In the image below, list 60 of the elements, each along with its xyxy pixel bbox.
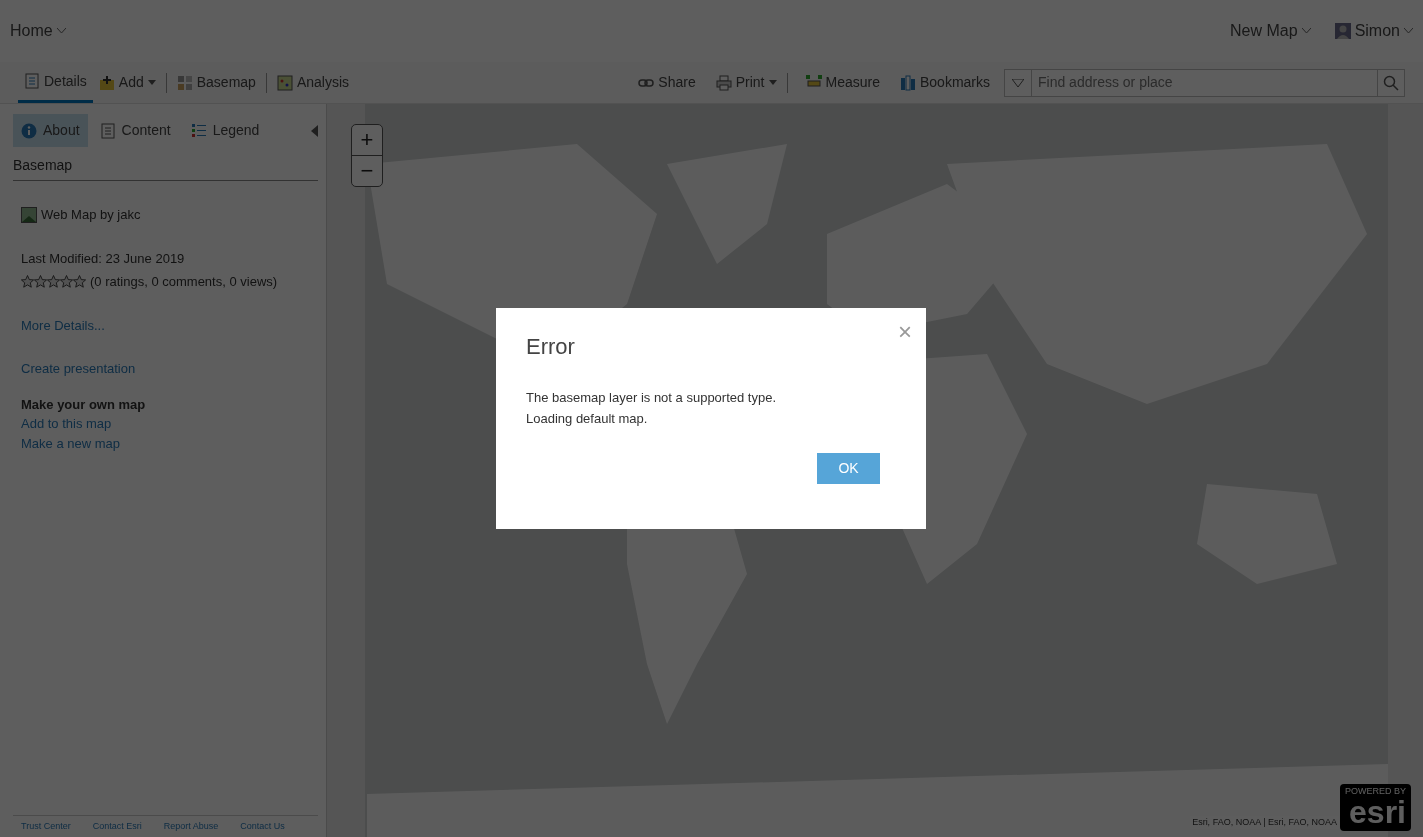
details-tab[interactable]: Details — [18, 62, 93, 103]
map-title-menu[interactable]: New Map — [1230, 19, 1298, 43]
info-icon — [21, 122, 37, 139]
search-icon — [1383, 74, 1399, 91]
section-title: Basemap — [13, 155, 318, 181]
search-options-button[interactable] — [1004, 68, 1032, 97]
measure-button[interactable]: Measure — [799, 64, 886, 101]
link[interactable]: Make a new map — [21, 433, 120, 453]
user-menu[interactable]: Simon — [1354, 19, 1400, 43]
modified-date: Last Modified: 23 June 2019 — [20, 249, 186, 268]
share-button[interactable]: Share — [632, 64, 702, 101]
esri-logo: esri — [1349, 796, 1406, 828]
own-map-heading: Make your own map — [20, 395, 147, 414]
folder-plus-icon — [98, 74, 115, 91]
footer-link[interactable]: Report Abuse — [163, 819, 219, 833]
add-tab[interactable]: Add — [92, 64, 162, 101]
bookmarks-button[interactable]: Bookmarks — [893, 64, 996, 101]
footer-link[interactable]: Contact Esri — [92, 819, 142, 833]
home-menu[interactable]: Home — [10, 19, 53, 43]
item-title: Web Map by jakc — [41, 206, 141, 224]
footer-link[interactable]: Contact Us — [240, 819, 285, 833]
dialog-message: Loading default map. — [526, 410, 649, 428]
bookmarks-icon — [899, 74, 916, 91]
zoom-out-button[interactable]: − — [352, 156, 382, 186]
link[interactable]: More Details... — [21, 317, 105, 333]
document-icon — [99, 122, 116, 139]
grid-icon — [176, 74, 193, 91]
star-icon — [47, 275, 60, 289]
star-icon — [60, 275, 73, 289]
print-button[interactable]: Print — [709, 64, 783, 101]
legend-tab[interactable]: Legend — [182, 114, 268, 147]
map-thumbnail-icon — [21, 206, 37, 223]
dialog-message: The basemap layer is not a supported type. — [526, 389, 778, 407]
document-icon — [24, 73, 40, 89]
item-stats: (0 ratings, 0 comments, 0 views) — [90, 273, 278, 291]
star-icon — [34, 275, 47, 289]
search-button[interactable] — [1377, 68, 1405, 97]
analysis-tab[interactable]: Analysis — [270, 64, 355, 101]
caret-icon — [1012, 78, 1024, 87]
ok-button[interactable]: OK — [817, 453, 880, 484]
caret-icon — [56, 28, 66, 34]
caret-icon — [1301, 28, 1311, 34]
collapse-arrow-icon — [311, 125, 318, 138]
star-icon — [21, 275, 34, 289]
logo-tagline: POWERED BY — [1345, 787, 1406, 796]
close-button[interactable]: × — [894, 314, 916, 350]
avatar-icon — [1334, 23, 1351, 39]
star-icon — [73, 275, 86, 289]
basemap-tab[interactable]: Basemap — [170, 64, 262, 101]
link[interactable]: Create presentation — [21, 361, 136, 376]
zoom-in-button[interactable]: + — [352, 125, 382, 155]
about-tab[interactable]: About — [13, 114, 88, 147]
printer-icon — [715, 74, 732, 91]
link[interactable]: Add to this map — [21, 414, 112, 434]
content-tab[interactable]: Content — [91, 114, 179, 147]
legend-icon — [190, 122, 207, 139]
map-analysis-icon — [276, 74, 293, 91]
footer-link[interactable]: Trust Center — [21, 819, 71, 833]
dialog-title: Error — [526, 333, 576, 361]
caret-icon — [1404, 28, 1413, 34]
